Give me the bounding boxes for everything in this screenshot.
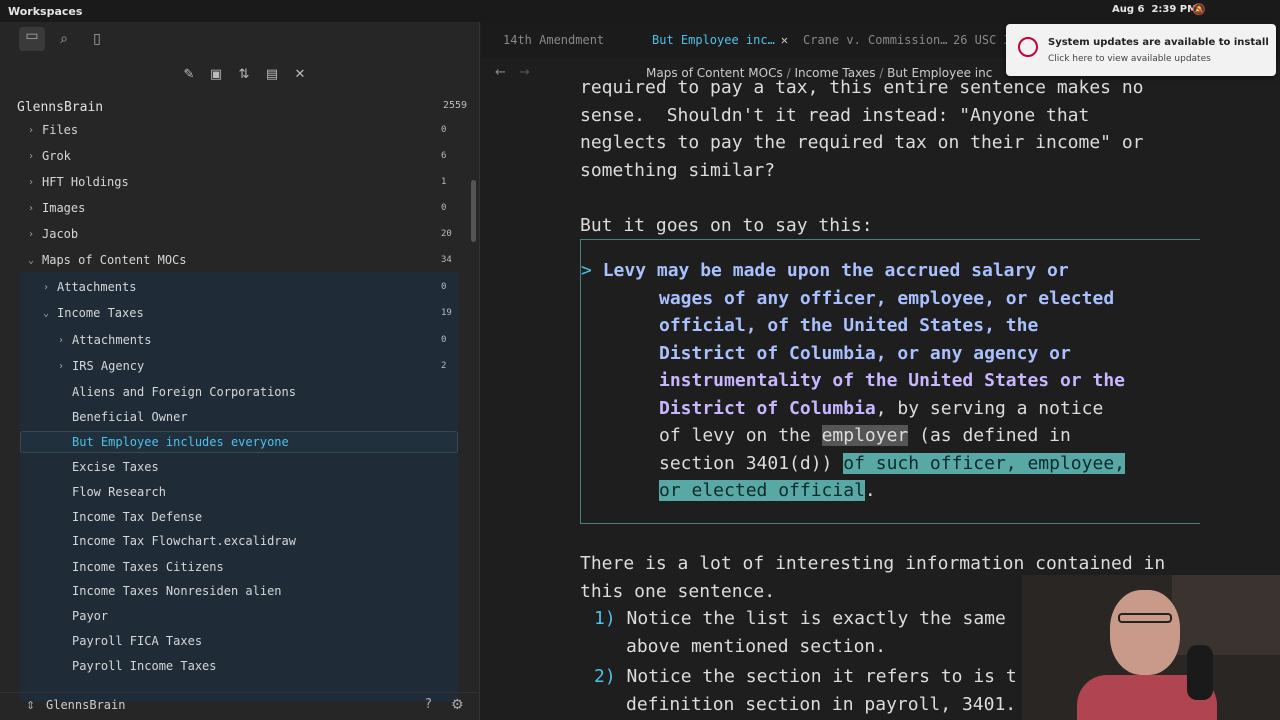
vault-switcher-icon[interactable]: ⇕ (26, 699, 35, 712)
tab-26-usc[interactable]: 26 USC 3 (953, 33, 1011, 47)
system-update-notification[interactable]: System updates are available to install … (1006, 24, 1276, 76)
folder-count: 0 (441, 335, 447, 345)
quote-marker: > (581, 260, 603, 281)
close-icon[interactable]: ✕ (291, 66, 309, 84)
paragraph-line: There is a lot of interesting informatio… (580, 553, 1166, 574)
new-folder-icon[interactable]: ▣ (207, 66, 225, 84)
tree-file-item[interactable]: Income Tax Flowchart.excalidraw (72, 529, 296, 553)
list-number: 1) (594, 608, 616, 629)
new-note-icon[interactable]: ✎ (180, 66, 198, 84)
bookmark-icon[interactable]: ▯ (88, 30, 106, 48)
quote-text: instrumentality of the United States or … (659, 370, 1125, 391)
bookshelf-background (1172, 575, 1280, 655)
notification-subtitle[interactable]: Click here to view available updates (1048, 54, 1211, 64)
paragraph-line: something similar? (580, 159, 776, 181)
close-tab-icon[interactable]: ✕ (781, 33, 788, 47)
list-item-cont: definition section in payroll, 3401. (626, 694, 1017, 715)
tree-file-item[interactable]: Payroll FICA Taxes (72, 629, 202, 653)
clock[interactable]: Aug 6 2:39 PM (1112, 4, 1197, 15)
forward-arrow-icon[interactable]: → (519, 65, 530, 80)
tree-file-item-active[interactable]: But Employee includes everyone (20, 431, 458, 453)
quote-text: official, of the United States, the (659, 315, 1039, 336)
quote-text: District of Columbia, or any agency or (659, 342, 1071, 364)
gear-icon[interactable]: ⚙ (451, 697, 464, 713)
tree-file-item[interactable]: Payroll Income Taxes (72, 654, 217, 678)
blockquote[interactable]: > Levy may be made upon the accrued sala… (580, 239, 1200, 524)
sidebar-ribbon: ▭ ⌕ ▯ (0, 22, 480, 56)
webcam-overlay (1022, 575, 1280, 720)
quote-text: wages of any officer, employee, or elect… (659, 287, 1115, 309)
quote-text: section 3401(d)) (659, 452, 844, 474)
vault-switcher-label[interactable]: GlennsBrain (46, 698, 125, 712)
folder-count: 0 (441, 203, 447, 213)
vault-name[interactable]: GlennsBrain (17, 100, 103, 115)
paragraph-line: required to pay a tax, this entire sente… (580, 77, 1144, 98)
presenter-glasses (1118, 613, 1172, 623)
tree-file-item[interactable]: Aliens and Foreign Corporations (72, 380, 296, 404)
tree-file-item[interactable]: Income Tax Defense (72, 505, 202, 529)
tree-file-item[interactable]: Beneficial Owner (72, 405, 188, 429)
folder-count: 1 (441, 177, 447, 187)
folder-count: 20 (441, 229, 452, 239)
list-number: 2) (594, 666, 616, 687)
help-icon[interactable]: ? (425, 697, 432, 712)
quote-text: . (864, 480, 876, 501)
folder-count: 6 (441, 151, 447, 161)
highlight-selection: of such officer, employee, (843, 452, 1125, 474)
tab-but-employee[interactable]: But Employee inc… ✕ (652, 33, 788, 47)
highlight-selection: or elected official (659, 480, 865, 501)
quote-text: of levy on the (659, 425, 822, 446)
list-item: 1) Notice the list is exactly the same (594, 605, 1006, 633)
list-item-cont: above mentioned section. (626, 636, 887, 657)
folder-count: 0 (441, 282, 447, 292)
highlight-employer: employer (821, 425, 909, 446)
quote-text: District of Columbia (659, 397, 876, 419)
back-arrow-icon[interactable]: ← (495, 65, 506, 80)
tree-file-item[interactable]: Payor (72, 604, 108, 628)
sidebar-scrollbar[interactable] (471, 180, 476, 242)
sidebar-footer: ⇕ GlennsBrain ? ⚙ (0, 692, 480, 720)
folder-count: 0 (441, 125, 447, 135)
tree-file-item[interactable]: Income Taxes Nonresiden alien (72, 579, 282, 603)
file-explorer-sidebar: ▭ ⌕ ▯ ✎ ▣ ⇅ ▤ ✕ GlennsBrain 2559 › Files … (0, 22, 480, 720)
quote-text: , by serving a notice (875, 397, 1104, 419)
debian-logo-icon (1018, 37, 1038, 57)
notification-title: System updates are available to install (1048, 37, 1269, 48)
list-item-text: Notice the section it refers to is t (626, 666, 1017, 687)
folder-count: 2 (441, 361, 447, 371)
notifications-muted-icon[interactable]: 🔕 (1192, 3, 1206, 16)
tree-file-item[interactable]: Income Taxes Citizens (72, 555, 224, 579)
workspaces-label[interactable]: Workspaces (8, 5, 82, 18)
paragraph-line: neglects to pay the required tax on thei… (580, 132, 1144, 153)
paragraph-line: sense. Shouldn't it read instead: "Anyon… (580, 104, 1090, 126)
paragraph-line: But it goes on to say this: (580, 214, 873, 236)
tree-file-item[interactable]: Flow Research (72, 480, 166, 504)
collapse-all-icon[interactable]: ▤ (263, 66, 281, 84)
system-bar: Workspaces Aug 6 2:39 PM 🔕 (0, 0, 1280, 22)
folder-count: 19 (441, 308, 452, 318)
search-icon[interactable]: ⌕ (55, 30, 73, 48)
quote-text: Levy may be made upon the accrued salary… (602, 260, 1069, 281)
list-item: 2) Notice the section it refers to is t (594, 663, 1017, 691)
folder-count: 34 (441, 255, 452, 265)
list-item-text: Notice the list is exactly the same (626, 608, 1006, 629)
sort-icon[interactable]: ⇅ (235, 66, 253, 84)
vault-file-count: 2559 (443, 100, 468, 111)
tab-crane-v-commission[interactable]: Crane v. Commission… (803, 33, 948, 47)
tab-14th-amendment[interactable]: 14th Amendment (503, 33, 604, 47)
tree-file-item[interactable]: Excise Taxes (72, 455, 159, 479)
note-content[interactable]: required to pay a tax, this entire sente… (580, 74, 1220, 239)
presenter-head (1110, 590, 1180, 675)
microphone (1187, 645, 1213, 700)
quote-text: (as defined in (908, 425, 1071, 446)
files-folder-icon[interactable]: ▭ (19, 27, 45, 51)
